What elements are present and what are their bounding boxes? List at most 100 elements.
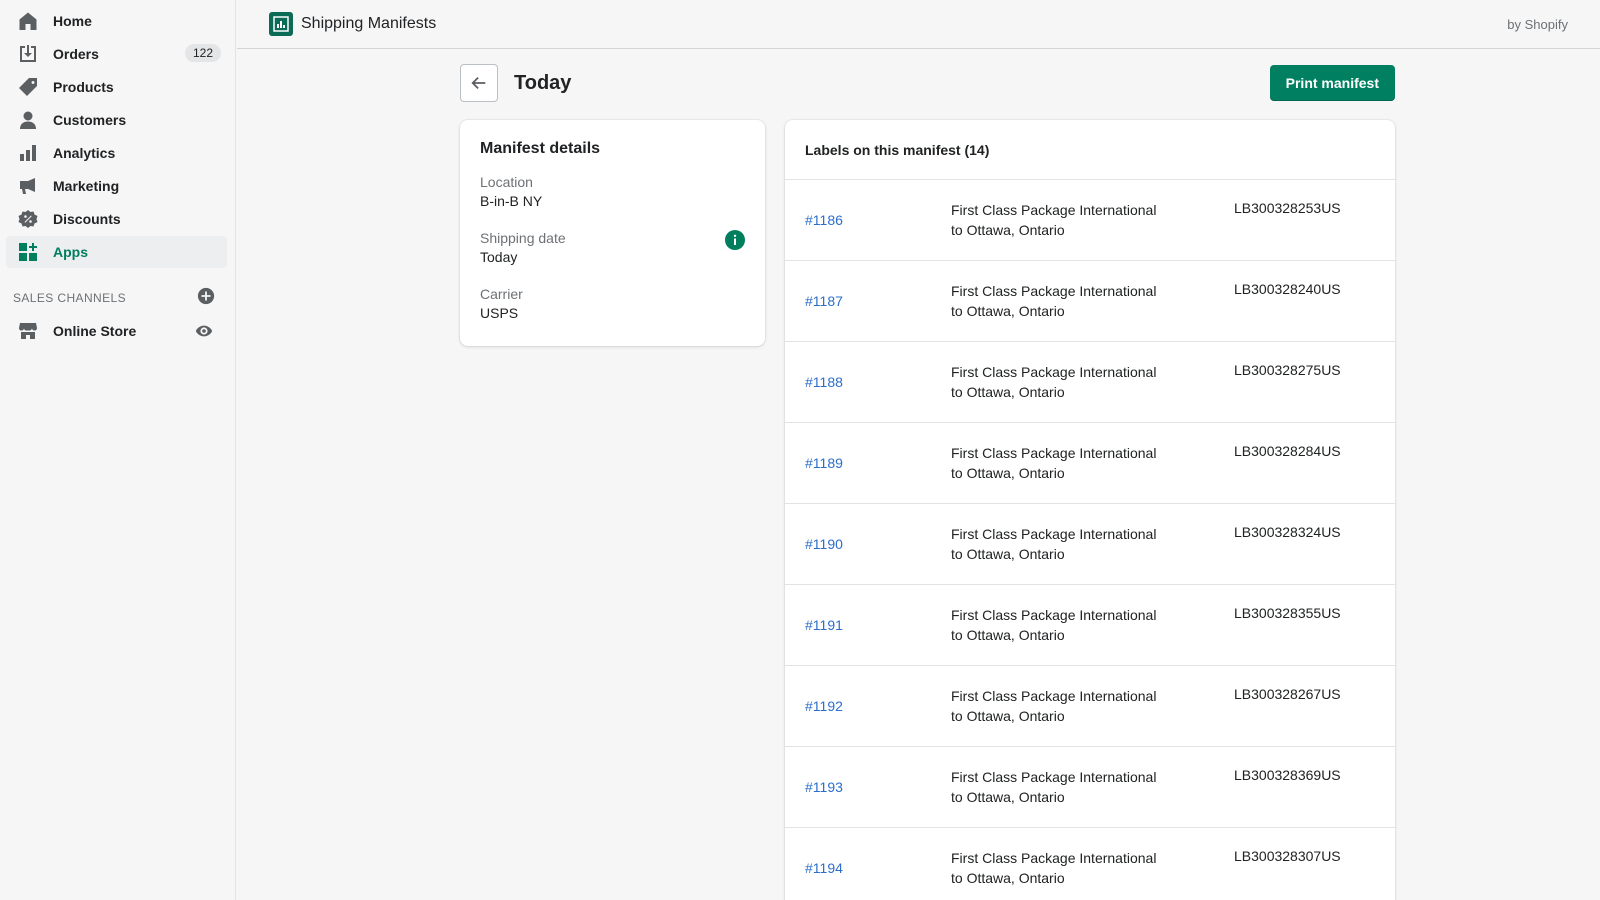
- sidebar-item-label: Analytics: [53, 145, 116, 161]
- app-topbar: Shipping Manifests by Shopify: [237, 0, 1600, 49]
- labels-title: Labels on this manifest (14): [785, 120, 1395, 180]
- service-name: First Class Package International: [951, 769, 1157, 785]
- service-cell: First Class Package International to Otta…: [951, 200, 1234, 240]
- order-link[interactable]: #1193: [805, 779, 951, 795]
- service-name: First Class Package International: [951, 202, 1157, 218]
- sidebar-item-label: Apps: [53, 244, 88, 260]
- print-manifest-button[interactable]: Print manifest: [1269, 65, 1395, 101]
- person-icon: [18, 110, 38, 130]
- tracking-number: LB300328307US: [1234, 848, 1341, 864]
- order-link[interactable]: #1188: [805, 374, 951, 390]
- destination: to Ottawa, Ontario: [951, 384, 1065, 400]
- tracking-number: LB300328284US: [1234, 443, 1341, 459]
- sidebar-item-home[interactable]: Home: [6, 5, 227, 37]
- sidebar-item-discounts[interactable]: Discounts: [6, 203, 227, 235]
- page-header: Today Print manifest: [460, 64, 1395, 102]
- location-value: B-in-B NY: [480, 193, 543, 209]
- arrow-left-icon: [471, 76, 486, 90]
- service-cell: First Class Package International to Otta…: [951, 524, 1234, 564]
- carrier-field: Carrier USPS: [480, 286, 745, 321]
- service-name: First Class Package International: [951, 688, 1157, 704]
- sales-channels-title: SALES CHANNELS: [13, 291, 126, 305]
- destination: to Ottawa, Ontario: [951, 627, 1065, 643]
- orders-count-badge: 122: [184, 44, 221, 62]
- tracking-number: LB300328253US: [1234, 200, 1341, 216]
- table-row: #1188 First Class Package International to…: [785, 342, 1395, 423]
- destination: to Ottawa, Ontario: [951, 546, 1065, 562]
- order-link[interactable]: #1194: [805, 860, 951, 876]
- service-cell: First Class Package International to Otta…: [951, 605, 1234, 645]
- sidebar-item-customers[interactable]: Customers: [6, 104, 227, 136]
- destination: to Ottawa, Ontario: [951, 222, 1065, 238]
- sidebar-item-label: Orders: [53, 46, 99, 62]
- service-name: First Class Package International: [951, 364, 1157, 380]
- bar-chart-icon: [18, 143, 38, 163]
- sidebar-item-marketing[interactable]: Marketing: [6, 170, 227, 202]
- destination: to Ottawa, Ontario: [951, 789, 1065, 805]
- eye-icon[interactable]: [195, 322, 213, 345]
- sidebar-item-products[interactable]: Products: [6, 71, 227, 103]
- table-row: #1194 First Class Package International to…: [785, 828, 1395, 900]
- content-columns: Manifest details Location B-in-B NY Ship…: [460, 120, 1395, 900]
- tracking-number: LB300328369US: [1234, 767, 1341, 783]
- service-cell: First Class Package International to Otta…: [951, 443, 1234, 483]
- home-icon: [18, 11, 38, 31]
- table-row: #1189 First Class Package International to…: [785, 423, 1395, 504]
- tag-icon: [18, 77, 38, 97]
- page-title: Today: [514, 71, 572, 94]
- shipping-date-label: Shipping date: [480, 230, 566, 246]
- manifest-details-card: Manifest details Location B-in-B NY Ship…: [460, 120, 765, 346]
- order-link[interactable]: #1187: [805, 293, 951, 309]
- sidebar-item-analytics[interactable]: Analytics: [6, 137, 227, 169]
- apps-icon: [18, 242, 38, 262]
- tracking-number: LB300328240US: [1234, 281, 1341, 297]
- labels-card: Labels on this manifest (14) #1186 First …: [785, 120, 1395, 900]
- megaphone-icon: [18, 176, 38, 196]
- table-row: #1190 First Class Package International to…: [785, 504, 1395, 585]
- discount-icon: [18, 209, 38, 229]
- order-link[interactable]: #1191: [805, 617, 951, 633]
- table-row: #1191 First Class Package International to…: [785, 585, 1395, 666]
- table-row: #1186 First Class Package International to…: [785, 180, 1395, 261]
- sidebar-item-label: Discounts: [53, 211, 121, 227]
- sidebar-item-label: Customers: [53, 112, 127, 128]
- sidebar-item-apps[interactable]: Apps: [6, 236, 227, 268]
- app-logo-icon: [269, 12, 293, 36]
- orders-icon: [18, 44, 38, 64]
- sidebar-item-orders[interactable]: Orders 122: [6, 38, 227, 70]
- sidebar-item-online-store[interactable]: Online Store: [6, 315, 227, 347]
- main-content: Today Print manifest Manifest details Lo…: [460, 64, 1395, 900]
- service-name: First Class Package International: [951, 850, 1157, 866]
- table-row: #1187 First Class Package International to…: [785, 261, 1395, 342]
- app-title: Shipping Manifests: [301, 15, 437, 32]
- sidebar: Home Orders 122 Products Customers Analy…: [0, 0, 236, 900]
- info-icon[interactable]: [725, 230, 745, 250]
- tracking-number: LB300328275US: [1234, 362, 1341, 378]
- store-icon: [18, 321, 38, 341]
- shipping-date-value: Today: [480, 249, 518, 265]
- service-cell: First Class Package International to Otta…: [951, 281, 1234, 321]
- add-channel-icon[interactable]: [197, 287, 215, 310]
- order-link[interactable]: #1192: [805, 698, 951, 714]
- destination: to Ottawa, Ontario: [951, 870, 1065, 886]
- labels-list: #1186 First Class Package International to…: [785, 180, 1395, 900]
- tracking-number: LB300328267US: [1234, 686, 1341, 702]
- sidebar-item-label: Products: [53, 79, 114, 95]
- service-name: First Class Package International: [951, 283, 1157, 299]
- service-name: First Class Package International: [951, 607, 1157, 623]
- sidebar-item-label: Online Store: [53, 323, 137, 339]
- service-name: First Class Package International: [951, 445, 1157, 461]
- service-cell: First Class Package International to Otta…: [951, 362, 1234, 402]
- back-button[interactable]: [460, 64, 498, 102]
- carrier-label: Carrier: [480, 286, 523, 302]
- table-row: #1192 First Class Package International to…: [785, 666, 1395, 747]
- order-link[interactable]: #1186: [805, 212, 951, 228]
- service-cell: First Class Package International to Otta…: [951, 767, 1234, 807]
- location-field: Location B-in-B NY: [480, 174, 745, 209]
- order-link[interactable]: #1190: [805, 536, 951, 552]
- service-cell: First Class Package International to Otta…: [951, 686, 1234, 726]
- order-link[interactable]: #1189: [805, 455, 951, 471]
- by-shopify-label: by Shopify: [1507, 16, 1568, 32]
- destination: to Ottawa, Ontario: [951, 303, 1065, 319]
- destination: to Ottawa, Ontario: [951, 708, 1065, 724]
